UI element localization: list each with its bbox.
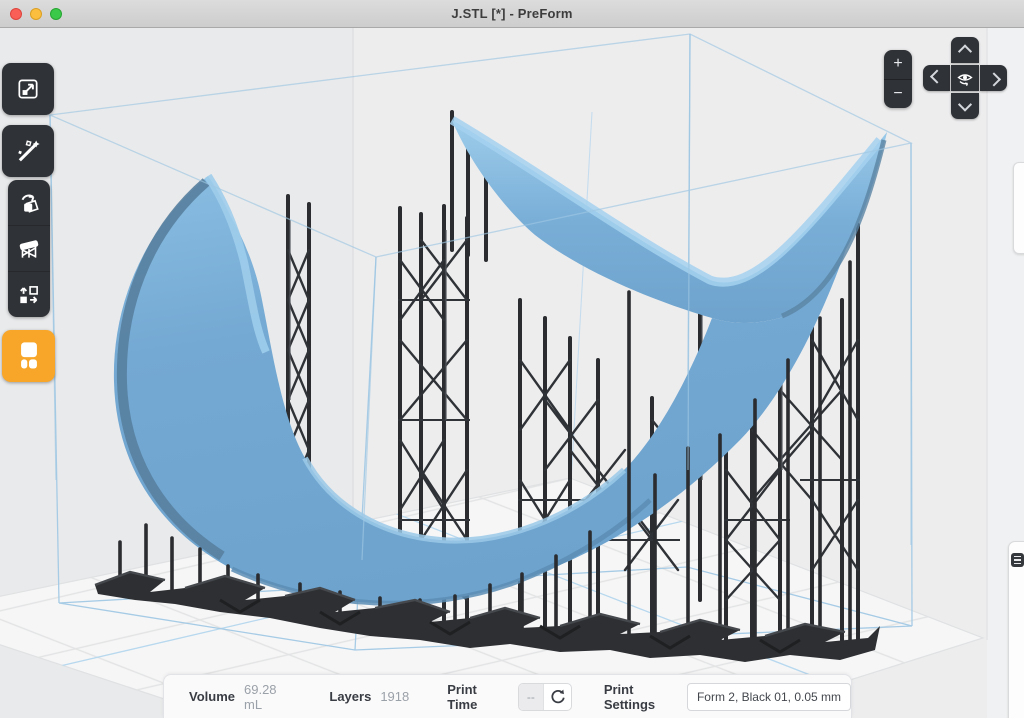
rotate-tool-button[interactable] — [8, 180, 50, 226]
printer-cartridge-icon — [14, 339, 44, 373]
chevron-right-icon — [986, 72, 1000, 86]
chevron-up-icon — [958, 44, 972, 58]
window-title: J.STL [*] - PreForm — [0, 6, 1024, 21]
viewport-3d[interactable] — [0, 28, 1024, 718]
volume-label: Volume — [189, 689, 235, 704]
layers-group: Layers 1918 — [329, 689, 409, 704]
layers-value: 1918 — [380, 689, 409, 704]
print-button[interactable] — [2, 330, 55, 382]
magic-wand-icon — [14, 137, 42, 165]
titlebar: J.STL [*] - PreForm — [0, 0, 1024, 28]
zoom-out-button[interactable]: − — [884, 80, 912, 109]
right-panel-handle[interactable] — [1013, 162, 1024, 254]
rotate-down-button[interactable] — [951, 93, 979, 119]
zoom-in-button[interactable]: + — [884, 50, 912, 80]
refresh-icon — [549, 688, 567, 706]
print-settings-label: Print Settings — [604, 682, 677, 712]
supports-icon — [16, 236, 42, 262]
rotate-right-button[interactable] — [980, 65, 1007, 91]
volume-value: 69.28 mL — [244, 682, 293, 712]
zoom-control: + − — [884, 50, 912, 108]
scale-tool-button[interactable] — [2, 63, 54, 115]
scene-canvas[interactable] — [0, 28, 1024, 718]
rotate-left-button[interactable] — [923, 65, 950, 91]
scale-icon — [15, 76, 41, 102]
supports-tool-button[interactable] — [8, 226, 50, 272]
print-time-group: Print Time -- — [447, 682, 572, 712]
list-icon — [1011, 553, 1024, 567]
view-home-button[interactable] — [951, 65, 979, 91]
model-list-panel-handle[interactable] — [1008, 541, 1024, 718]
print-settings-selector[interactable]: Form 2, Black 01, 0.05 mm — [687, 683, 851, 711]
layout-icon — [16, 282, 42, 308]
chevron-left-icon — [929, 70, 943, 84]
status-bar: Volume 69.28 mL Layers 1918 Print Time -… — [163, 674, 852, 718]
print-time-label: Print Time — [447, 682, 507, 712]
layers-label: Layers — [329, 689, 371, 704]
print-settings-group: Print Settings Form 2, Black 01, 0.05 mm — [604, 682, 851, 712]
volume-group: Volume 69.28 mL — [189, 682, 293, 712]
orbit-eye-icon — [955, 68, 975, 88]
tool-group — [8, 180, 50, 317]
rotate-up-button[interactable] — [951, 37, 979, 63]
preform-window: J.STL [*] - PreForm — [0, 0, 1024, 718]
rotate-icon — [16, 190, 42, 216]
layout-tool-button[interactable] — [8, 272, 50, 317]
one-click-print-tool-button[interactable] — [2, 125, 54, 177]
print-time-value: -- — [519, 684, 545, 710]
chevron-down-icon — [958, 98, 972, 112]
view-dpad — [924, 37, 1006, 119]
print-time-refresh-button[interactable]: -- — [518, 683, 572, 711]
